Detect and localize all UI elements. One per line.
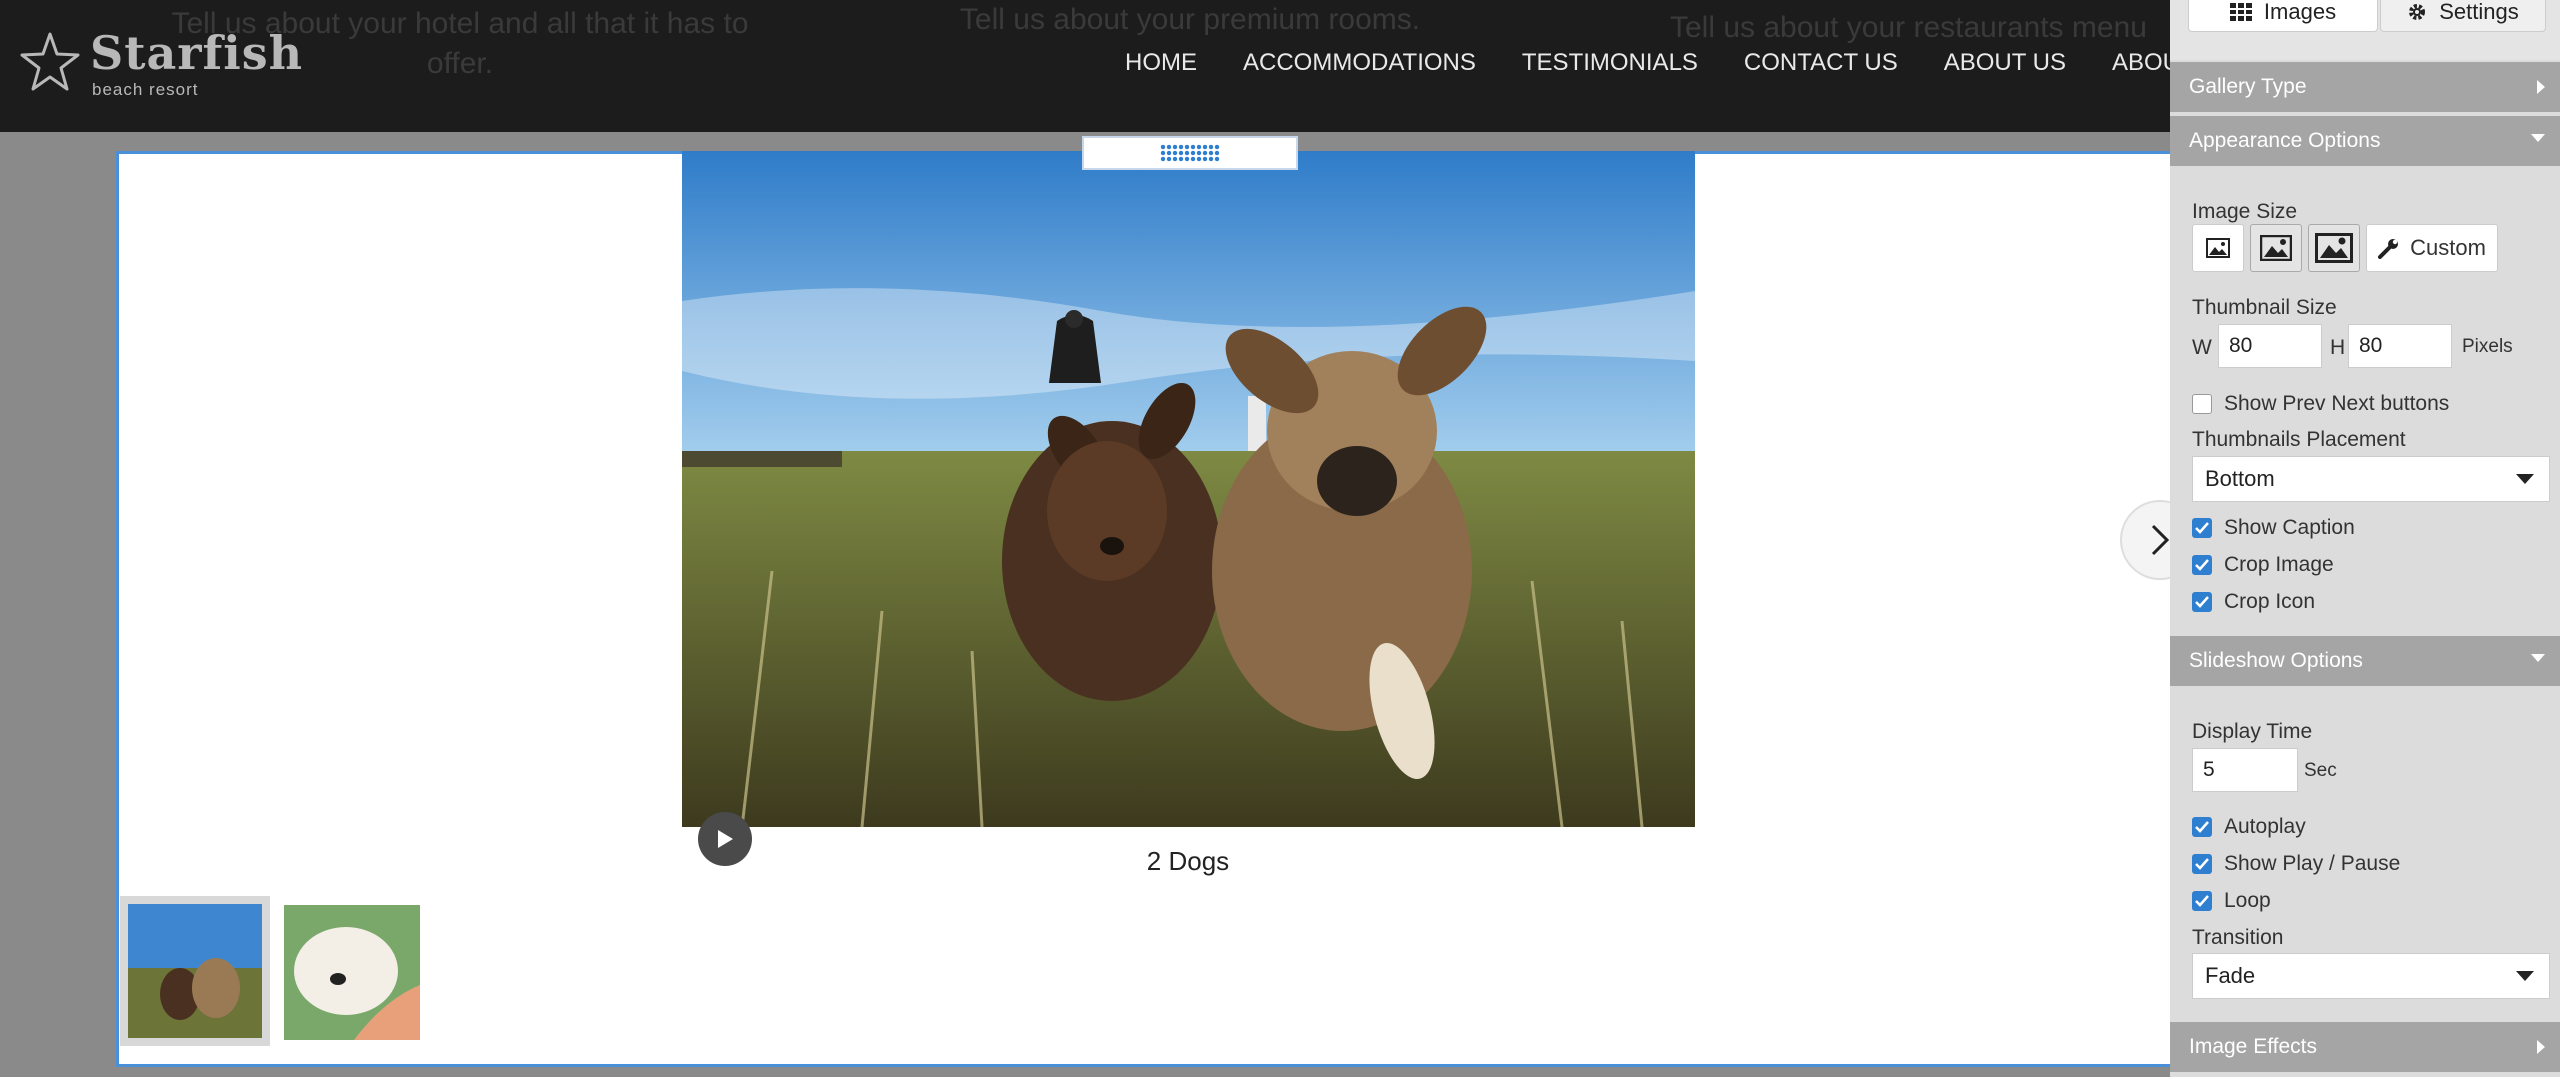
transition-select[interactable]: Fade: [2192, 953, 2550, 999]
section-gallery-type[interactable]: Gallery Type: [2170, 62, 2560, 112]
tab-settings-label: Settings: [2439, 0, 2519, 24]
background-copy-rooms: Tell us about your premium rooms.: [959, 3, 1421, 36]
transition-value: Fade: [2205, 963, 2256, 988]
caret-down-icon: [2516, 971, 2534, 981]
nav-about-us-2[interactable]: ABOUT U: [2112, 46, 2170, 80]
play-icon: [718, 830, 733, 848]
background-copy-restaurants: Tell us about your restaurants menu: [1670, 11, 2147, 44]
image-size-label: Image Size: [2192, 200, 2298, 223]
display-time-unit: Sec: [2304, 760, 2337, 781]
transition-label: Transition: [2192, 926, 2284, 949]
tab-settings[interactable]: Settings: [2380, 0, 2546, 32]
thumb-width-input[interactable]: [2218, 324, 2322, 368]
thumb-size-unit: Pixels: [2462, 336, 2513, 357]
show-play-pause-label: Show Play / Pause: [2224, 852, 2401, 875]
crop-image-option[interactable]: Crop Image: [2192, 553, 2334, 577]
crop-image-label: Crop Image: [2224, 553, 2334, 576]
loop-option[interactable]: Loop: [2192, 889, 2271, 913]
image-medium-icon: [2260, 235, 2292, 261]
show-prev-next-checkbox[interactable]: [2192, 394, 2212, 414]
show-play-pause-option[interactable]: Show Play / Pause: [2192, 852, 2400, 876]
drag-dots-icon: [1160, 144, 1220, 162]
check-icon: [2195, 596, 2209, 608]
image-size-small-button[interactable]: [2192, 224, 2244, 272]
nav-testimonials[interactable]: TESTIMONIALS: [1522, 46, 1698, 80]
site-logo[interactable]: Starfish beach resort: [18, 26, 302, 106]
gear-icon: [2409, 4, 2426, 20]
section-slideshow-options[interactable]: Slideshow Options: [2170, 636, 2560, 686]
check-icon: [2195, 858, 2209, 870]
play-button[interactable]: [698, 812, 752, 866]
show-prev-next-option[interactable]: Show Prev Next buttons: [2192, 392, 2449, 416]
grid-icon: [2229, 3, 2252, 21]
autoplay-option[interactable]: Autoplay: [2192, 815, 2306, 839]
crop-image-checkbox[interactable]: [2192, 555, 2212, 575]
section-image-effects[interactable]: Image Effects: [2170, 1022, 2560, 1072]
thumb-height-input[interactable]: [2348, 324, 2452, 368]
section-appearance-options[interactable]: Appearance Options: [2170, 116, 2560, 166]
settings-panel: Images Settings Gallery Type Appearance …: [2170, 0, 2560, 1077]
image-size-large-button[interactable]: [2308, 224, 2360, 272]
thumbnails-placement-label: Thumbnails Placement: [2192, 428, 2406, 451]
thumbnails-placement-value: Bottom: [2205, 466, 2275, 491]
autoplay-label: Autoplay: [2224, 815, 2306, 838]
caret-down-icon: [2531, 654, 2545, 662]
nav-about-us[interactable]: ABOUT US: [1944, 46, 2066, 80]
nav-home[interactable]: HOME: [1125, 46, 1197, 80]
loop-checkbox[interactable]: [2192, 891, 2212, 911]
caret-down-icon: [2516, 474, 2534, 484]
show-caption-checkbox[interactable]: [2192, 518, 2212, 538]
display-time-input[interactable]: [2192, 748, 2298, 792]
section-image-effects-label: Image Effects: [2189, 1035, 2318, 1058]
caret-right-icon: [2537, 1040, 2545, 1054]
nav-contact-us[interactable]: CONTACT US: [1744, 46, 1898, 80]
logo-name: Starfish: [90, 26, 304, 80]
crop-icon-checkbox[interactable]: [2192, 592, 2212, 612]
section-gallery-type-label: Gallery Type: [2189, 75, 2307, 98]
custom-label: Custom: [2410, 235, 2486, 260]
show-caption-label: Show Caption: [2224, 516, 2355, 539]
loop-label: Loop: [2224, 889, 2271, 912]
main-nav: HOME ACCOMMODATIONS TESTIMONIALS CONTACT…: [1125, 46, 2170, 80]
section-slideshow-label: Slideshow Options: [2189, 649, 2363, 672]
drag-handle[interactable]: [1082, 136, 1298, 170]
image-caption: 2 Dogs: [1146, 846, 1230, 876]
thumbnails-placement-select[interactable]: Bottom: [2192, 456, 2550, 502]
check-icon: [2195, 559, 2209, 571]
thumbnail-2-dogs[interactable]: [120, 896, 270, 1046]
thumbnail-image: [128, 904, 262, 1038]
thumbnail-image: [284, 905, 420, 1040]
thumb-height-label: H: [2330, 336, 2346, 359]
site-header: Tell us about your hotel and all that it…: [0, 0, 2170, 132]
nav-accommodations[interactable]: ACCOMMODATIONS: [1243, 46, 1476, 80]
show-play-pause-checkbox[interactable]: [2192, 854, 2212, 874]
section-appearance-label: Appearance Options: [2189, 129, 2381, 152]
caret-down-icon: [2531, 134, 2545, 142]
tab-images[interactable]: Images: [2188, 0, 2378, 32]
thumb-width-label: W: [2192, 336, 2212, 359]
caret-right-icon: [2537, 80, 2545, 94]
crop-icon-option[interactable]: Crop Icon: [2192, 590, 2315, 614]
show-caption-option[interactable]: Show Caption: [2192, 516, 2355, 540]
image-size-medium-button[interactable]: [2250, 224, 2302, 272]
thumbnail-white-puppy[interactable]: [284, 905, 420, 1040]
panel-tabs: Images Settings: [2170, 0, 2560, 60]
thumbnail-size-label: Thumbnail Size: [2192, 296, 2337, 319]
image-size-custom-button[interactable]: Custom: [2366, 224, 2498, 272]
chevron-right-icon: [2151, 524, 2170, 556]
show-prev-next-label: Show Prev Next buttons: [2224, 392, 2450, 415]
check-icon: [2195, 821, 2209, 833]
wrench-icon: [2378, 239, 2399, 259]
image-small-icon: [2206, 238, 2230, 258]
display-time-label: Display Time: [2192, 720, 2313, 743]
main-photo: [682, 151, 1695, 827]
tab-images-label: Images: [2263, 0, 2337, 24]
check-icon: [2195, 895, 2209, 907]
check-icon: [2195, 522, 2209, 534]
logo-tagline: beach resort: [92, 80, 199, 99]
image-large-icon: [2315, 233, 2353, 263]
starfish-icon: [20, 32, 80, 91]
autoplay-checkbox[interactable]: [2192, 817, 2212, 837]
crop-icon-label: Crop Icon: [2224, 590, 2316, 613]
